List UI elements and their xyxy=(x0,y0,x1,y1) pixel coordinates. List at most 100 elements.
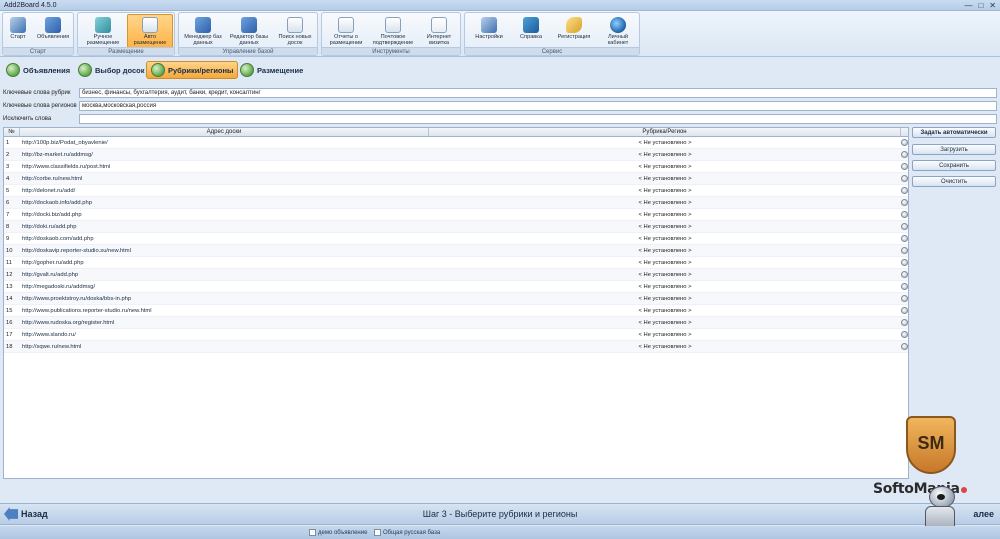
row-category[interactable]: < Не установлено > xyxy=(429,221,901,232)
load-button[interactable]: Загрузить xyxy=(912,144,996,155)
row-select-icon[interactable] xyxy=(901,283,908,290)
row-select-icon[interactable] xyxy=(901,235,908,242)
search-boards-button[interactable]: Поиск новых досок xyxy=(273,14,317,48)
row-category[interactable]: < Не установлено > xyxy=(429,281,901,292)
minimize-button[interactable]: — xyxy=(964,1,972,10)
table-row[interactable]: 17 http://www.slando.ru/ < Не установлено … xyxy=(4,329,908,341)
table-row[interactable]: 2 http://bz-market.ru/addmsg/ < Не установ… xyxy=(4,149,908,161)
next-button[interactable]: алее xyxy=(973,509,994,519)
help-button[interactable]: Справка xyxy=(513,14,549,48)
step-choose-boards[interactable]: Выбор досок xyxy=(74,61,148,79)
row-category[interactable]: < Не установлено > xyxy=(429,137,901,148)
row-url: http://corbe.ru/new.html xyxy=(22,176,83,182)
row-category[interactable]: < Не установлено > xyxy=(429,245,901,256)
table-row[interactable]: 13 http://megadoski.ru/addmsg/ < Не устано… xyxy=(4,281,908,293)
row-action-cell xyxy=(901,245,908,256)
step-placement[interactable]: Размещение xyxy=(236,61,307,79)
row-select-icon[interactable] xyxy=(901,343,908,350)
row-category[interactable]: < Не установлено > xyxy=(429,185,901,196)
row-category[interactable]: < Не установлено > xyxy=(429,161,901,172)
row-select-icon[interactable] xyxy=(901,211,908,218)
row-select-icon[interactable] xyxy=(901,151,908,158)
row-category[interactable]: < Не установлено > xyxy=(429,269,901,280)
save-button[interactable]: Сохранить xyxy=(912,160,996,171)
table-row[interactable]: 14 http://www.proektstroy.ru/doska/bbs-in… xyxy=(4,293,908,305)
step-ads[interactable]: Объявления xyxy=(2,61,74,79)
row-category[interactable]: < Не установлено > xyxy=(429,341,901,352)
table-row[interactable]: 12 http://gvalt.ru/add.php < Не установлен… xyxy=(4,269,908,281)
rubric-keywords-input[interactable]: бизнес, финансы, бухгалтерия, аудит, бан… xyxy=(79,87,997,98)
wizard-steps: Объявления Выбор досок Рубрики/регионы Р… xyxy=(0,58,1000,82)
table-row[interactable]: 1 http://100p.biz/Podat_obyavlenie/ < Не у… xyxy=(4,137,908,149)
settings-button[interactable]: Настройки xyxy=(469,14,509,48)
row-category[interactable]: < Не установлено > xyxy=(429,149,901,160)
row-category[interactable]: < Не установлено > xyxy=(429,257,901,268)
clear-button[interactable]: Очистить xyxy=(912,176,996,187)
mail-confirm-button[interactable]: Почтовое подтверждение xyxy=(370,14,416,48)
help-book-icon xyxy=(523,17,539,33)
step-ads-icon xyxy=(6,63,20,77)
row-select-icon[interactable] xyxy=(901,295,908,302)
exclude-words-input[interactable] xyxy=(79,113,997,124)
region-keywords-input[interactable]: москва,московская,россия xyxy=(79,100,997,111)
row-category[interactable]: < Не установлено > xyxy=(429,209,901,220)
ads-button[interactable]: Объявления xyxy=(33,14,73,48)
db-manager-button[interactable]: Менеджер баз данных xyxy=(181,14,225,48)
hand-icon xyxy=(95,17,111,33)
row-category[interactable]: < Не установлено > xyxy=(429,293,901,304)
step-rubrics-icon xyxy=(151,63,165,77)
manual-placement-button[interactable]: Ручное размещение xyxy=(81,14,125,48)
table-row[interactable]: 6 http://dockaob.info/add.php < Не установ… xyxy=(4,197,908,209)
personal-cabinet-button[interactable]: Личный кабинет xyxy=(599,14,637,48)
business-card-button[interactable]: Интернет визитка xyxy=(418,14,460,48)
row-select-icon[interactable] xyxy=(901,187,908,194)
row-select-icon[interactable] xyxy=(901,247,908,254)
row-category[interactable]: < Не установлено > xyxy=(429,233,901,244)
maximize-button[interactable]: □ xyxy=(978,1,983,10)
row-select-icon[interactable] xyxy=(901,259,908,266)
row-number: 10 xyxy=(6,248,13,254)
start-button[interactable]: Старт xyxy=(5,14,31,48)
db-editor-button[interactable]: Редактор базы данных xyxy=(227,14,271,48)
step-rubrics-regions[interactable]: Рубрики/регионы xyxy=(146,61,239,79)
reports-button[interactable]: Отчеты о размещении xyxy=(324,14,368,48)
table-row[interactable]: 10 http://doskavip.reporter-studio.su/new… xyxy=(4,245,908,257)
table-row[interactable]: 16 http://www.rudoska.org/register.html < … xyxy=(4,317,908,329)
table-row[interactable]: 11 http://gopher.ru/add.php < Не установле… xyxy=(4,257,908,269)
table-row[interactable]: 5 http://delonet.ru/add/ < Не установлено … xyxy=(4,185,908,197)
row-category[interactable]: < Не установлено > xyxy=(429,173,901,184)
registration-button[interactable]: Регистрация xyxy=(553,14,595,48)
table-row[interactable]: 9 http://doskaob.com/add.php < Не установл… xyxy=(4,233,908,245)
row-number: 18 xyxy=(6,344,13,350)
row-category[interactable]: < Не установлено > xyxy=(429,317,901,328)
table-row[interactable]: 3 http://www.classifields.ru/post.html < Н… xyxy=(4,161,908,173)
row-url: http://dockaob.info/add.php xyxy=(22,200,92,206)
row-category[interactable]: < Не установлено > xyxy=(429,197,901,208)
col-num-header[interactable]: № xyxy=(4,128,20,136)
row-category[interactable]: < Не установлено > xyxy=(429,305,901,316)
auto-placement-button[interactable]: Авто размещение xyxy=(127,14,173,48)
row-category[interactable]: < Не установлено > xyxy=(429,329,901,340)
table-row[interactable]: 7 http://docki.biz/add.php < Не установлен… xyxy=(4,209,908,221)
table-row[interactable]: 15 http://www.publications.reporter-studi… xyxy=(4,305,908,317)
row-select-icon[interactable] xyxy=(901,139,908,146)
row-select-icon[interactable] xyxy=(901,199,908,206)
step-boards-icon xyxy=(78,63,92,77)
table-row[interactable]: 18 http://sqwe.ru/new.html < Не установлен… xyxy=(4,341,908,353)
col-category-header[interactable]: Рубрика/Регион xyxy=(429,128,901,136)
auto-assign-button[interactable]: Задать автоматически xyxy=(912,127,996,138)
row-select-icon[interactable] xyxy=(901,307,908,314)
table-row[interactable]: 8 http://doki.ru/add.php < Не установлено … xyxy=(4,221,908,233)
row-select-icon[interactable] xyxy=(901,331,908,338)
ribbon-group-label: Размещение xyxy=(78,47,174,55)
col-url-header[interactable]: Адрес доски xyxy=(20,128,429,136)
row-select-icon[interactable] xyxy=(901,223,908,230)
row-action-cell xyxy=(901,233,908,244)
row-select-icon[interactable] xyxy=(901,175,908,182)
row-url: http://gvalt.ru/add.php xyxy=(22,272,79,278)
table-row[interactable]: 4 http://corbe.ru/new.html < Не установлен… xyxy=(4,173,908,185)
row-select-icon[interactable] xyxy=(901,319,908,326)
row-select-icon[interactable] xyxy=(901,271,908,278)
row-select-icon[interactable] xyxy=(901,163,908,170)
close-button[interactable]: ✕ xyxy=(989,1,996,10)
